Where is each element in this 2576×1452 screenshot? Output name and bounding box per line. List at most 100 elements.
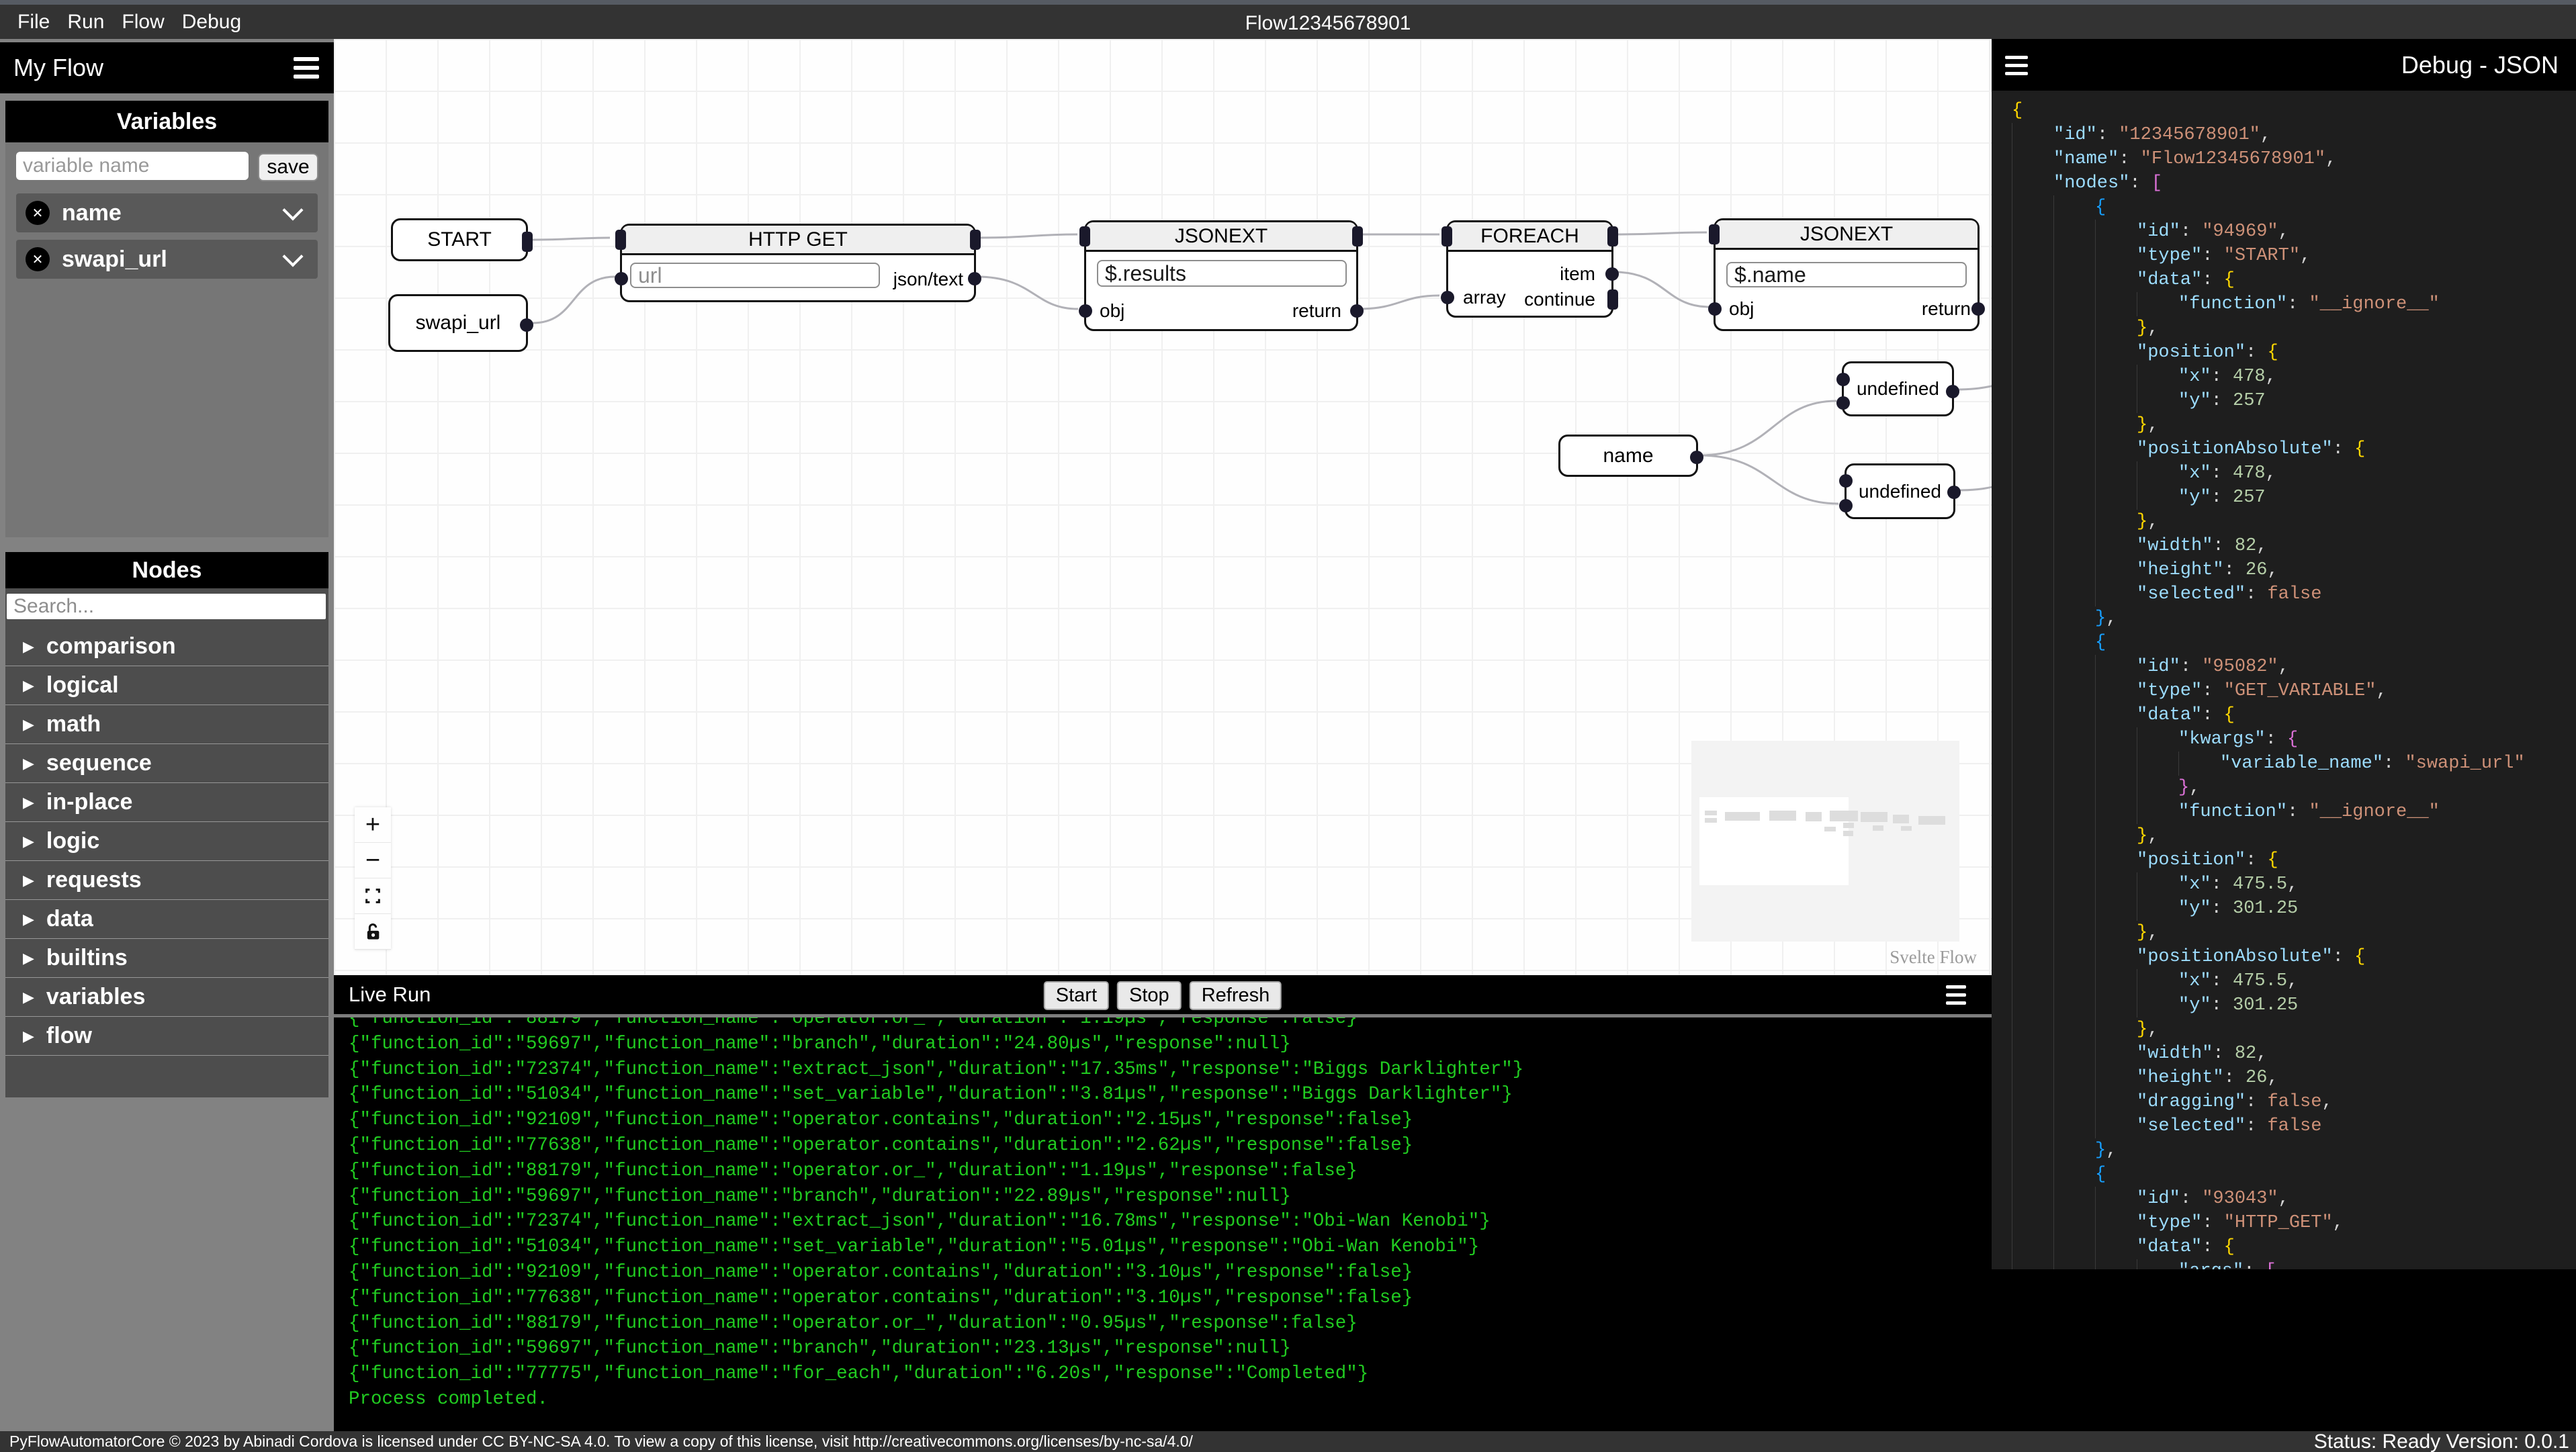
node-category-logical[interactable]: ▶ logical — [5, 666, 328, 705]
node-jsonext-name-title: JSONEXT — [1716, 220, 1978, 250]
zoom-out-button[interactable]: − — [355, 843, 391, 878]
variable-chip-name[interactable]: ✕ name — [16, 193, 318, 232]
array-label: array — [1463, 287, 1506, 308]
exec-in-pin[interactable] — [1441, 226, 1452, 246]
array-in-pin[interactable] — [1441, 291, 1454, 304]
return-out-pin[interactable] — [1350, 304, 1364, 318]
variable-name-input[interactable] — [16, 152, 249, 180]
node-undefined-top[interactable]: undefined — [1836, 361, 1959, 416]
exec-out-pin[interactable] — [1607, 226, 1618, 246]
node-name[interactable]: name — [1558, 435, 1703, 477]
node-category-label: data — [46, 906, 93, 932]
fit-view-button[interactable] — [355, 878, 391, 914]
node-category-math[interactable]: ▶ math — [5, 705, 328, 744]
node-category-flow[interactable]: ▶ flow — [5, 1017, 328, 1056]
save-variable-button[interactable]: save — [258, 153, 318, 181]
node-category-in-place[interactable]: ▶ in-place — [5, 783, 328, 822]
obj-in-pin[interactable] — [1079, 304, 1092, 318]
node-undefined-label: undefined — [1856, 378, 1939, 399]
zoom-in-button[interactable]: + — [355, 807, 391, 843]
json-line: "data": { — [2012, 268, 2576, 292]
node-foreach[interactable]: FOREACH item continue array — [1441, 220, 1619, 318]
output-pin[interactable] — [1947, 486, 1961, 499]
output-pin[interactable] — [1690, 451, 1703, 464]
menu-items: File Run Flow Debug — [0, 11, 241, 34]
node-category-list: ▶ comparison ▶ logical ▶ math ▶ sequence ▶ in-pla… — [5, 627, 328, 1056]
node-start[interactable]: START — [391, 218, 533, 261]
exec-out-pin[interactable] — [1352, 226, 1363, 246]
collapsed-arrow-icon: ▶ — [23, 988, 34, 1005]
menu-item-debug[interactable]: Debug — [182, 11, 241, 34]
node-category-logic[interactable]: ▶ logic — [5, 822, 328, 861]
stop-button[interactable]: Stop — [1117, 981, 1182, 1010]
url-input[interactable] — [630, 263, 880, 288]
jsonpath-input[interactable] — [1097, 260, 1347, 287]
remove-variable-icon[interactable]: ✕ — [26, 247, 50, 271]
json-line: "id": "94969", — [2012, 220, 2576, 244]
log-line: {"function_id":"72374","function_name":"… — [349, 1058, 1524, 1080]
menu-item-run[interactable]: Run — [67, 11, 104, 34]
input-pin-b[interactable] — [1839, 499, 1853, 512]
json-line: "x": 478, — [2012, 365, 2576, 389]
json-line: "positionAbsolute": { — [2012, 437, 2576, 461]
chevron-down-icon[interactable] — [282, 199, 304, 221]
node-category-variables[interactable]: ▶ variables — [5, 978, 328, 1017]
node-category-comparison[interactable]: ▶ comparison — [5, 627, 328, 666]
remove-variable-icon[interactable]: ✕ — [26, 201, 50, 225]
output-pin[interactable] — [1946, 385, 1959, 398]
sidebar-menu-icon[interactable] — [294, 52, 319, 84]
log-line: {"function_id":"92109","function_name":"… — [349, 1109, 1413, 1131]
node-jsonext-results[interactable]: JSONEXT obj return — [1079, 220, 1364, 331]
json-text-out-pin[interactable] — [968, 272, 981, 285]
continue-out-pin[interactable] — [1607, 289, 1618, 310]
node-category-data[interactable]: ▶ data — [5, 900, 328, 939]
menu-item-flow[interactable]: Flow — [122, 11, 164, 34]
exec-in-pin[interactable] — [615, 230, 626, 250]
json-line: "positionAbsolute": { — [2012, 945, 2576, 969]
flow-canvas[interactable]: START swapi_url HTTP GET json/text JSONE… — [334, 39, 1992, 975]
json-line: }, — [2012, 510, 2576, 534]
url-in-pin[interactable] — [615, 272, 628, 285]
item-out-pin[interactable] — [1605, 267, 1619, 281]
start-button[interactable]: Start — [1043, 981, 1110, 1010]
refresh-button[interactable]: Refresh — [1189, 981, 1282, 1010]
canvas-controls: + − — [355, 807, 391, 950]
live-run-title: Live Run — [349, 983, 431, 1006]
exec-in-pin[interactable] — [1079, 226, 1090, 246]
output-pin[interactable] — [522, 232, 533, 252]
variable-chip-swapi_url[interactable]: ✕ swapi_url — [16, 240, 318, 279]
node-jsonext-name[interactable]: JSONEXT obj return — [1708, 218, 1985, 331]
lock-button[interactable] — [355, 914, 391, 950]
node-category-builtins[interactable]: ▶ builtins — [5, 939, 328, 978]
node-category-label: requests — [46, 867, 142, 893]
exec-out-pin[interactable] — [970, 230, 981, 250]
node-category-requests[interactable]: ▶ requests — [5, 861, 328, 900]
minimap[interactable] — [1691, 741, 1959, 942]
fit-view-icon — [365, 889, 380, 903]
node-swapi-url[interactable]: swapi_url — [388, 294, 533, 352]
jsonpath-input[interactable] — [1726, 262, 1967, 287]
output-pin[interactable] — [520, 318, 533, 332]
json-line: }, — [2012, 776, 2576, 800]
node-category-sequence[interactable]: ▶ sequence — [5, 744, 328, 783]
menu-item-file[interactable]: File — [17, 11, 50, 34]
live-run-menu-icon[interactable] — [1946, 982, 1966, 1007]
debug-json-view: {"id": "12345678901", "name": "Flow123456… — [1992, 91, 2576, 1269]
obj-in-pin[interactable] — [1708, 302, 1722, 316]
return-label: return — [1292, 300, 1341, 321]
debug-menu-icon[interactable] — [2005, 52, 2028, 78]
collapsed-arrow-icon: ▶ — [23, 754, 34, 772]
json-line: }, — [2012, 1017, 2576, 1042]
input-pin-a[interactable] — [1836, 373, 1850, 386]
node-http-get[interactable]: HTTP GET json/text — [615, 224, 981, 302]
status-bar: PyFlowAutomatorCore © 2023 by Abinadi Co… — [0, 1431, 2576, 1452]
input-pin-a[interactable] — [1839, 474, 1853, 488]
node-search-input[interactable] — [7, 594, 326, 619]
node-undefined-bottom[interactable]: undefined — [1839, 463, 1961, 519]
json-line: "nodes": [ — [2012, 171, 2576, 195]
return-out-pin[interactable] — [1971, 302, 1985, 316]
json-line: "name": "Flow12345678901", — [2012, 147, 2576, 171]
chevron-down-icon[interactable] — [282, 246, 304, 267]
input-pin-b[interactable] — [1836, 396, 1850, 410]
exec-in-pin[interactable] — [1709, 224, 1720, 244]
